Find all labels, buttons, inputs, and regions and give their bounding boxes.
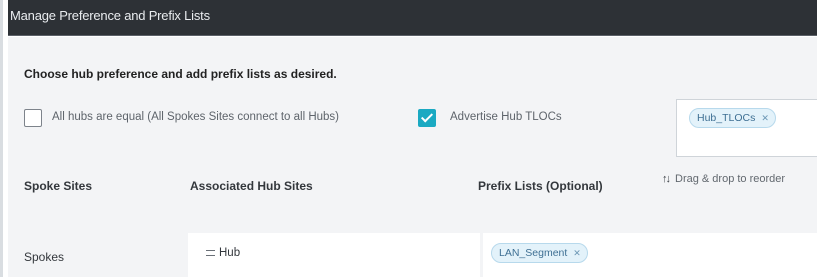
prefix-chip-label: LAN_Segment bbox=[499, 247, 568, 259]
window-edge bbox=[0, 0, 3, 277]
dialog-content: Choose hub preference and add prefix lis… bbox=[8, 37, 817, 277]
hub-item[interactable]: Hub bbox=[206, 247, 240, 259]
sort-arrows-icon: ↑↓ bbox=[662, 173, 671, 185]
prefix-lists-input[interactable]: LAN_Segment ✕ bbox=[483, 233, 817, 277]
close-icon[interactable]: ✕ bbox=[573, 248, 581, 258]
advertise-hub-tlocs-label[interactable]: Advertise Hub TLOCs bbox=[450, 111, 562, 123]
advertise-hub-tlocs-checkbox[interactable] bbox=[418, 109, 436, 127]
drag-reorder-hint: ↑↓ Drag & drop to reorder bbox=[662, 173, 785, 185]
all-hubs-equal-checkbox[interactable] bbox=[24, 109, 42, 127]
dialog-title-bar: Manage Preference and Prefix Lists bbox=[8, 0, 817, 36]
close-icon[interactable]: ✕ bbox=[761, 113, 769, 123]
header-spoke-sites: Spoke Sites bbox=[24, 179, 93, 193]
hub-item-label: Hub bbox=[219, 247, 241, 259]
manage-preference-dialog: Manage Preference and Prefix Lists Choos… bbox=[0, 0, 817, 277]
tloc-chip: Hub_TLOCs ✕ bbox=[689, 108, 776, 128]
spoke-site-label: Spokes bbox=[24, 250, 65, 264]
hub-tlocs-input[interactable]: Hub_TLOCs ✕ bbox=[676, 99, 817, 157]
instruction-text: Choose hub preference and add prefix lis… bbox=[24, 67, 337, 81]
dialog-title: Manage Preference and Prefix Lists bbox=[10, 8, 210, 23]
header-associated-hub-sites: Associated Hub Sites bbox=[190, 179, 313, 193]
associated-hub-field[interactable]: Hub bbox=[188, 233, 480, 277]
all-hubs-equal-label[interactable]: All hubs are equal (All Spokes Sites con… bbox=[52, 111, 339, 123]
drag-hint-text: Drag & drop to reorder bbox=[675, 173, 786, 185]
grip-icon[interactable] bbox=[206, 250, 215, 256]
tloc-chip-label: Hub_TLOCs bbox=[697, 112, 756, 124]
prefix-chip: LAN_Segment ✕ bbox=[491, 243, 588, 263]
check-icon bbox=[420, 110, 434, 123]
header-prefix-lists: Prefix Lists (Optional) bbox=[478, 179, 603, 193]
